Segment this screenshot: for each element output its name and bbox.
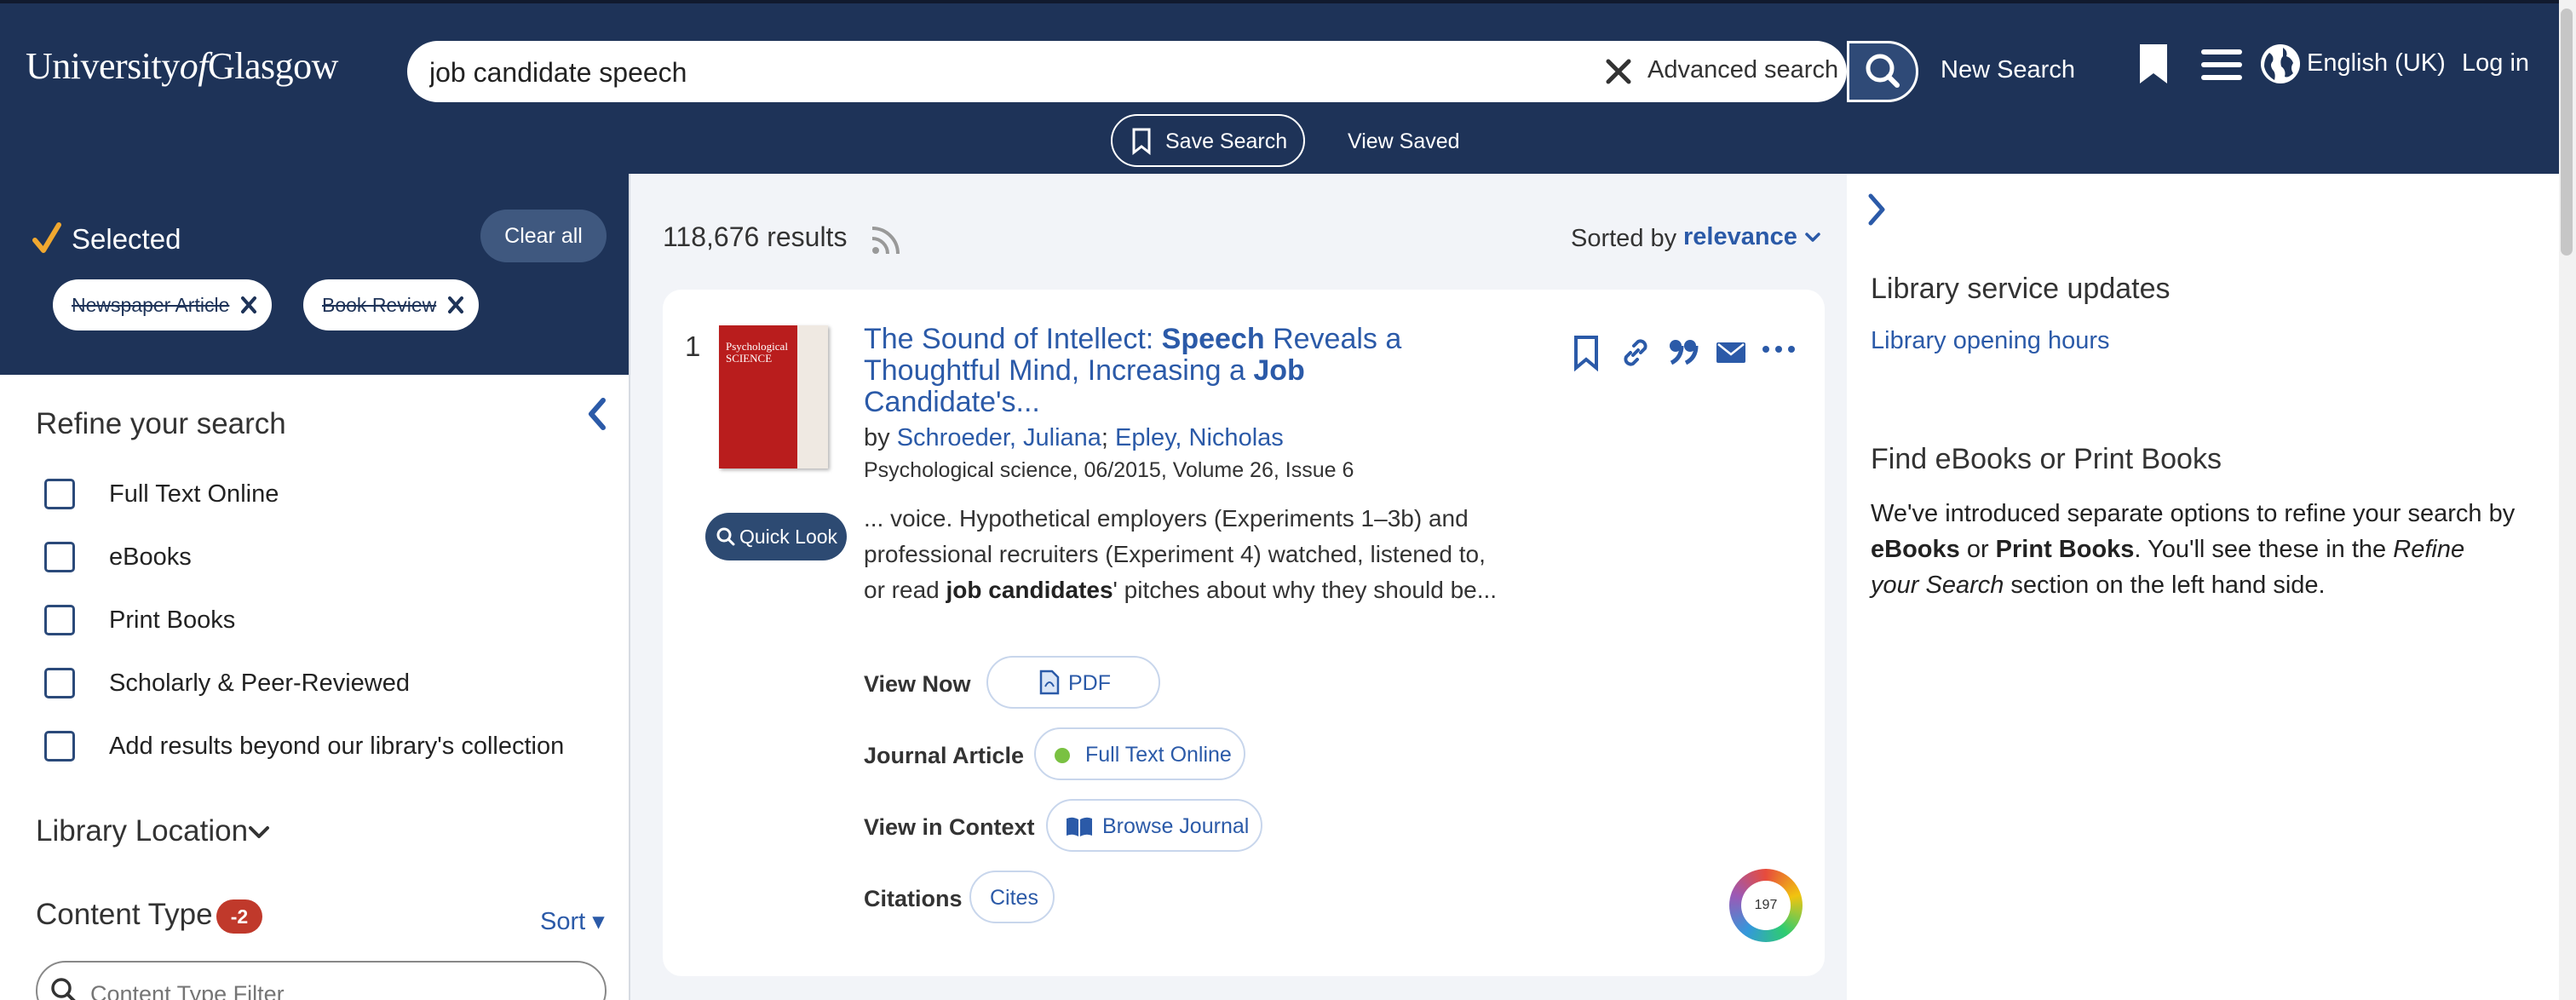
find-books-title: Find eBooks or Print Books bbox=[1871, 443, 2222, 475]
facet-label: Print Books bbox=[109, 606, 236, 634]
citations-label: Citations bbox=[864, 886, 963, 911]
browse-journal-label: Browse Journal bbox=[1102, 814, 1250, 838]
selected-label: Selected bbox=[72, 223, 181, 255]
checkbox[interactable] bbox=[44, 479, 75, 509]
checkbox[interactable] bbox=[44, 668, 75, 698]
new-search-link[interactable]: New Search bbox=[1941, 56, 2075, 84]
byline: by Schroeder, Juliana; Epley, Nicholas bbox=[864, 424, 1284, 451]
bookmark-outline-icon[interactable] bbox=[1573, 334, 1600, 371]
chevron-down-icon[interactable] bbox=[1804, 232, 1821, 244]
facet-label: Full Text Online bbox=[109, 480, 279, 508]
search-box: Advanced search bbox=[407, 41, 1847, 102]
search-input[interactable] bbox=[428, 51, 1555, 94]
view-in-context-label: View in Context bbox=[864, 814, 1035, 840]
checkbox[interactable] bbox=[44, 605, 75, 635]
selected-filters: Selected Clear all Newspaper Article Boo… bbox=[0, 174, 629, 375]
library-updates-title: Library service updates bbox=[1871, 273, 2171, 305]
globe-icon[interactable] bbox=[2259, 43, 2302, 85]
clear-all-button[interactable]: Clear all bbox=[480, 210, 607, 262]
chevron-left-icon[interactable] bbox=[583, 394, 612, 434]
login-link[interactable]: Log in bbox=[2462, 49, 2529, 78]
link-icon[interactable] bbox=[1619, 336, 1653, 370]
facet-label: Scholarly & Peer-Reviewed bbox=[109, 670, 410, 697]
rss-icon[interactable] bbox=[869, 223, 903, 257]
save-search-label: Save Search bbox=[1165, 129, 1288, 153]
university-logo[interactable]: UniversityofGlasgow bbox=[26, 44, 338, 88]
language-selector[interactable]: English (UK) bbox=[2307, 49, 2446, 78]
full-text-online-label: Full Text Online bbox=[1085, 743, 1232, 767]
content-type-count-badge: -2 bbox=[216, 899, 262, 934]
chip-label: Newspaper Article bbox=[72, 294, 230, 316]
scrollbar-thumb[interactable] bbox=[2561, 9, 2573, 256]
opening-hours-link[interactable]: Library opening hours bbox=[1871, 327, 2110, 355]
search-icon bbox=[51, 978, 76, 1000]
menu-icon[interactable] bbox=[2199, 48, 2244, 82]
quick-look-button[interactable]: Quick Look bbox=[705, 513, 847, 560]
content-type-filter-input[interactable] bbox=[89, 978, 569, 1000]
sorted-by-label: Sorted by bbox=[1571, 225, 1677, 252]
remove-icon[interactable] bbox=[446, 295, 465, 315]
remove-icon[interactable] bbox=[239, 295, 258, 315]
filter-chip-book-review[interactable]: Book Review bbox=[303, 279, 480, 330]
result-card: 1 Psychological SCIENCE Quick Look The S… bbox=[663, 290, 1825, 976]
view-now-label: View Now bbox=[864, 671, 971, 697]
pdf-icon bbox=[1039, 670, 1060, 695]
cites-label: Cites bbox=[990, 886, 1038, 910]
sort-relevance-dropdown[interactable]: relevance bbox=[1683, 223, 1797, 251]
quote-icon[interactable] bbox=[1668, 337, 1699, 368]
email-icon[interactable] bbox=[1716, 341, 1746, 365]
cover-thumbnail[interactable]: Psychological SCIENCE bbox=[719, 325, 828, 468]
find-books-text: We've introduced separate options to ref… bbox=[1871, 500, 2516, 599]
pdf-button[interactable]: PDF bbox=[986, 656, 1160, 709]
save-search-button[interactable]: Save Search bbox=[1111, 114, 1305, 167]
view-saved-link[interactable]: View Saved bbox=[1348, 129, 1460, 154]
search-button[interactable] bbox=[1847, 41, 1918, 102]
author-link[interactable]: Epley, Nicholas bbox=[1115, 424, 1284, 451]
checkbox[interactable] bbox=[44, 731, 75, 761]
content-type-filter[interactable] bbox=[36, 961, 607, 1000]
chevron-down-icon[interactable] bbox=[247, 825, 271, 842]
source-info: Psychological science, 06/2015, Volume 2… bbox=[864, 458, 1354, 482]
result-rank: 1 bbox=[685, 330, 701, 362]
quick-look-label: Quick Look bbox=[739, 526, 838, 548]
result-snippet: ... voice. Hypothetical employers (Exper… bbox=[864, 505, 1498, 603]
bookmark-outline-icon bbox=[1132, 128, 1151, 155]
more-options-icon[interactable] bbox=[1762, 344, 1796, 354]
author-link[interactable]: Schroeder, Juliana bbox=[897, 424, 1101, 451]
facet-label: eBooks bbox=[109, 543, 192, 571]
chip-label: Book Review bbox=[322, 294, 437, 316]
check-icon bbox=[32, 222, 61, 253]
facet-label: Add results beyond our library's collect… bbox=[109, 733, 565, 760]
available-dot-icon bbox=[1055, 748, 1070, 763]
sort-dropdown[interactable]: Sort ▾ bbox=[540, 906, 605, 936]
altmetric-badge[interactable]: 197 bbox=[1729, 869, 1803, 942]
open-book-icon bbox=[1067, 817, 1092, 836]
caret-down-icon: ▾ bbox=[592, 908, 605, 935]
results-count: 118,676 results bbox=[663, 221, 848, 252]
result-title[interactable]: The Sound of Intellect: Speech Reveals a… bbox=[864, 324, 1477, 418]
refine-panel: Selected Clear all Newspaper Article Boo… bbox=[0, 174, 630, 1000]
info-panel: Library service updates Library opening … bbox=[1847, 174, 2576, 1000]
filter-chip-newspaper-article[interactable]: Newspaper Article bbox=[53, 279, 273, 330]
advanced-search-link[interactable]: Advanced search bbox=[1647, 56, 1838, 84]
zoom-icon bbox=[716, 527, 735, 546]
refine-title: Refine your search bbox=[36, 407, 286, 440]
library-location-toggle[interactable]: Library Location bbox=[36, 814, 248, 848]
full-text-online-button[interactable]: Full Text Online bbox=[1034, 727, 1245, 780]
bookmark-icon[interactable] bbox=[2136, 43, 2171, 85]
content-type-heading[interactable]: Content Type bbox=[36, 898, 213, 932]
cites-button[interactable]: Cites bbox=[969, 871, 1055, 923]
clear-search-icon[interactable] bbox=[1600, 53, 1637, 90]
altmetric-score: 197 bbox=[1741, 881, 1791, 930]
chevron-right-icon[interactable] bbox=[1864, 191, 1889, 228]
pdf-label: PDF bbox=[1068, 671, 1111, 695]
browse-journal-button[interactable]: Browse Journal bbox=[1046, 799, 1262, 852]
journal-article-label: Journal Article bbox=[864, 743, 1025, 768]
top-bar: UniversityofGlasgow Advanced search New … bbox=[0, 0, 2576, 174]
cover-stripe bbox=[797, 325, 828, 468]
search-icon bbox=[1866, 54, 1900, 88]
checkbox[interactable] bbox=[44, 542, 75, 572]
